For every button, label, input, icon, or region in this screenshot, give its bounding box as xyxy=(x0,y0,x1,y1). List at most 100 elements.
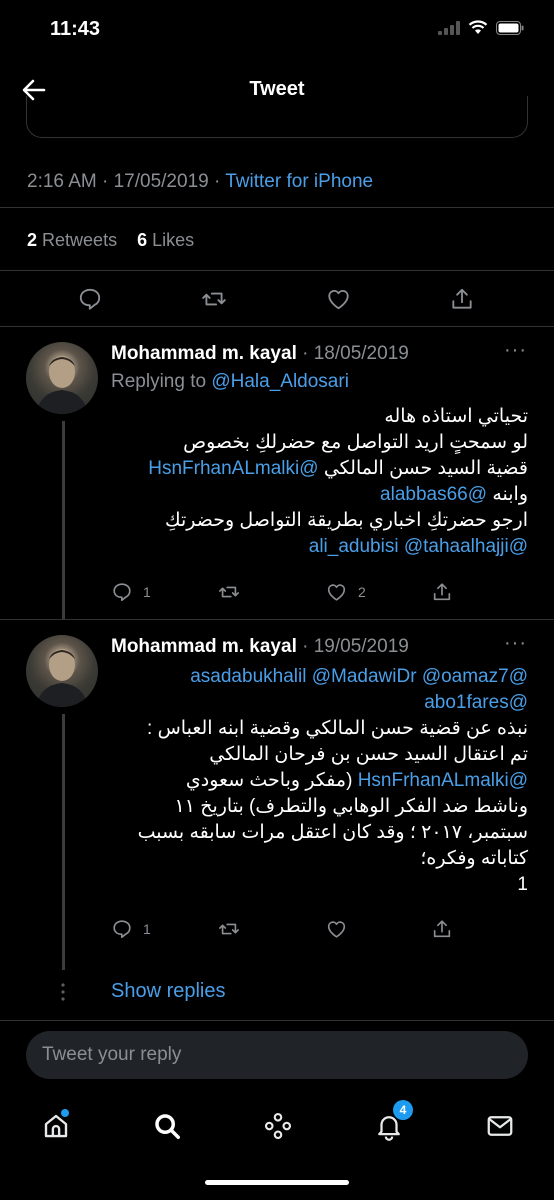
share-icon xyxy=(433,583,451,601)
mention-link[interactable]: @oamaz7 xyxy=(422,666,509,687)
retweet-button[interactable] xyxy=(200,286,228,312)
share-icon xyxy=(433,920,451,938)
nav-notifications[interactable]: 4 xyxy=(369,1100,413,1146)
spaces-icon xyxy=(264,1112,292,1140)
reply-action-bar: 1 xyxy=(0,914,554,954)
reply-date: 19/05/2019 xyxy=(313,636,409,657)
body-line: كتاباته وفكره؛ xyxy=(420,848,528,869)
likes-label: Likes xyxy=(152,230,195,250)
nav-search[interactable] xyxy=(147,1106,187,1146)
reply-icon xyxy=(113,583,131,602)
reply-header: Mohammad m. kayal · 19/05/2019 xyxy=(111,636,409,658)
system-icons xyxy=(438,20,524,35)
heart-icon xyxy=(327,921,346,938)
nav-home[interactable] xyxy=(36,1106,76,1146)
tweet-source-link[interactable]: Twitter for iPhone xyxy=(225,171,373,192)
body-line: سبتمبر، ٢٠١٧ ؛ وقد كان اعتقل مرات سابقه … xyxy=(137,822,528,843)
retweets-label: Retweets xyxy=(42,230,118,250)
retweet-button[interactable] xyxy=(217,581,251,603)
body-line: تحياتي استاذه هاله xyxy=(384,406,528,427)
reply-icon xyxy=(79,288,101,310)
quoted-tweet-card[interactable] xyxy=(26,96,528,138)
nav-messages[interactable] xyxy=(480,1106,520,1146)
like-button[interactable]: 2 xyxy=(325,581,366,603)
reply-button[interactable] xyxy=(77,286,103,312)
mention-link[interactable]: @HsnFrhanALmalki xyxy=(148,458,318,479)
retweets-count: 2 xyxy=(27,230,38,250)
mention-link[interactable]: @alabbas66 xyxy=(380,484,487,505)
share-button[interactable] xyxy=(431,581,453,603)
retweet-icon xyxy=(219,923,239,935)
heart-icon xyxy=(327,584,346,601)
tweet-date: 17/05/2019 xyxy=(113,171,209,192)
more-options-icon[interactable]: ··· xyxy=(504,632,527,655)
mention-link[interactable]: @abo1fares xyxy=(424,692,528,713)
share-button[interactable] xyxy=(449,286,475,312)
mention-link[interactable]: @tahaalhajji xyxy=(404,536,509,557)
mention-link[interactable]: @MadawiDr xyxy=(312,666,417,687)
battery-icon xyxy=(496,20,524,35)
replying-to: Replying to @Hala_Aldosari xyxy=(111,371,349,393)
body-line: ارجو حضرتكِ اخباري بطريقة التواصل وحضرتك… xyxy=(164,510,528,531)
reply-date: 18/05/2019 xyxy=(313,343,409,364)
retweet-icon xyxy=(202,292,226,306)
thread-dots-icon xyxy=(61,983,65,1001)
reply-icon xyxy=(113,920,131,939)
separator-dot: · xyxy=(213,171,226,192)
body-line: تم اعتقال السيد حسن بن فرحان المالكي xyxy=(209,744,528,765)
retweets-stat[interactable]: 2 Retweets xyxy=(27,230,117,250)
divider xyxy=(0,207,554,208)
reply-button[interactable]: 1 xyxy=(111,918,151,940)
reply-input[interactable] xyxy=(26,1031,528,1079)
likes-stat[interactable]: 6 Likes xyxy=(137,230,194,250)
status-time: 11:43 xyxy=(50,18,101,40)
reply-composer xyxy=(0,1020,554,1090)
reply-button[interactable]: 1 xyxy=(111,581,151,603)
like-button[interactable] xyxy=(325,918,358,940)
more-options-icon[interactable]: ··· xyxy=(504,339,527,362)
avatar[interactable] xyxy=(26,342,98,414)
tweet-meta: 2:16 AM · 17/05/2019 · Twitter for iPhon… xyxy=(27,171,373,193)
share-button[interactable] xyxy=(431,918,453,940)
tweet-time: 2:16 AM xyxy=(27,171,97,192)
body-line: وناشط ضد الفكر الوهابي والتطرف) بتاريخ ١… xyxy=(174,796,529,817)
search-icon xyxy=(155,1114,180,1139)
tweet-stats: 2 Retweets 6 Likes xyxy=(27,230,194,251)
nav-spaces[interactable] xyxy=(258,1106,298,1146)
home-indicator[interactable] xyxy=(205,1180,349,1185)
tweet-action-bar xyxy=(0,280,554,320)
divider xyxy=(0,270,554,271)
share-icon xyxy=(452,288,472,309)
wifi-icon xyxy=(468,20,488,34)
body-line: لو سمحتٍ اريد التواصل مع حضرلكِ بخصوص xyxy=(183,432,528,453)
author-name[interactable]: Mohammad m. kayal xyxy=(111,636,297,657)
body-line: @asadabukhalil @MadawiDr @oamaz7 xyxy=(100,664,528,690)
reply-tweet[interactable]: Mohammad m. kayal · 18/05/2019 ··· Reply… xyxy=(0,327,554,619)
body-line: قضية السيد حسن المالكي @HsnFrhanALmalki xyxy=(100,456,528,482)
reply-header: Mohammad m. kayal · 18/05/2019 xyxy=(111,343,409,365)
reply-action-bar: 1 2 xyxy=(0,577,554,617)
author-name[interactable]: Mohammad m. kayal xyxy=(111,343,297,364)
replying-to-label: Replying to xyxy=(111,371,207,392)
mention-link[interactable]: @Hala_Aldosari xyxy=(211,371,349,392)
like-button[interactable] xyxy=(325,286,352,312)
avatar[interactable] xyxy=(26,635,98,707)
like-count: 2 xyxy=(358,584,366,600)
body-line: @abo1fares xyxy=(100,690,528,716)
separator-dot: · xyxy=(302,636,314,657)
cellular-signal-icon xyxy=(438,20,460,35)
mention-link[interactable]: @HsnFrhanALmalki xyxy=(358,770,528,791)
retweet-button[interactable] xyxy=(217,918,251,940)
notification-badge: 4 xyxy=(393,1100,413,1120)
new-content-dot xyxy=(61,1109,69,1117)
separator-dot: · xyxy=(302,343,314,364)
body-line: @HsnFrhanALmalki (مفكر وباحث سعودي xyxy=(100,768,528,794)
separator-dot: · xyxy=(102,171,114,192)
body-line: وابنه @alabbas66 xyxy=(100,482,528,508)
reply-body: تحياتي استاذه هاله لو سمحتٍ اريد التواصل… xyxy=(100,404,528,560)
show-replies-link[interactable]: Show replies xyxy=(111,980,226,1003)
reply-count: 1 xyxy=(143,921,151,937)
body-line: 1 xyxy=(517,874,528,895)
body-text: قضية السيد حسن المالكي xyxy=(323,458,528,479)
reply-tweet[interactable]: Mohammad m. kayal · 19/05/2019 ··· @asad… xyxy=(0,620,554,970)
